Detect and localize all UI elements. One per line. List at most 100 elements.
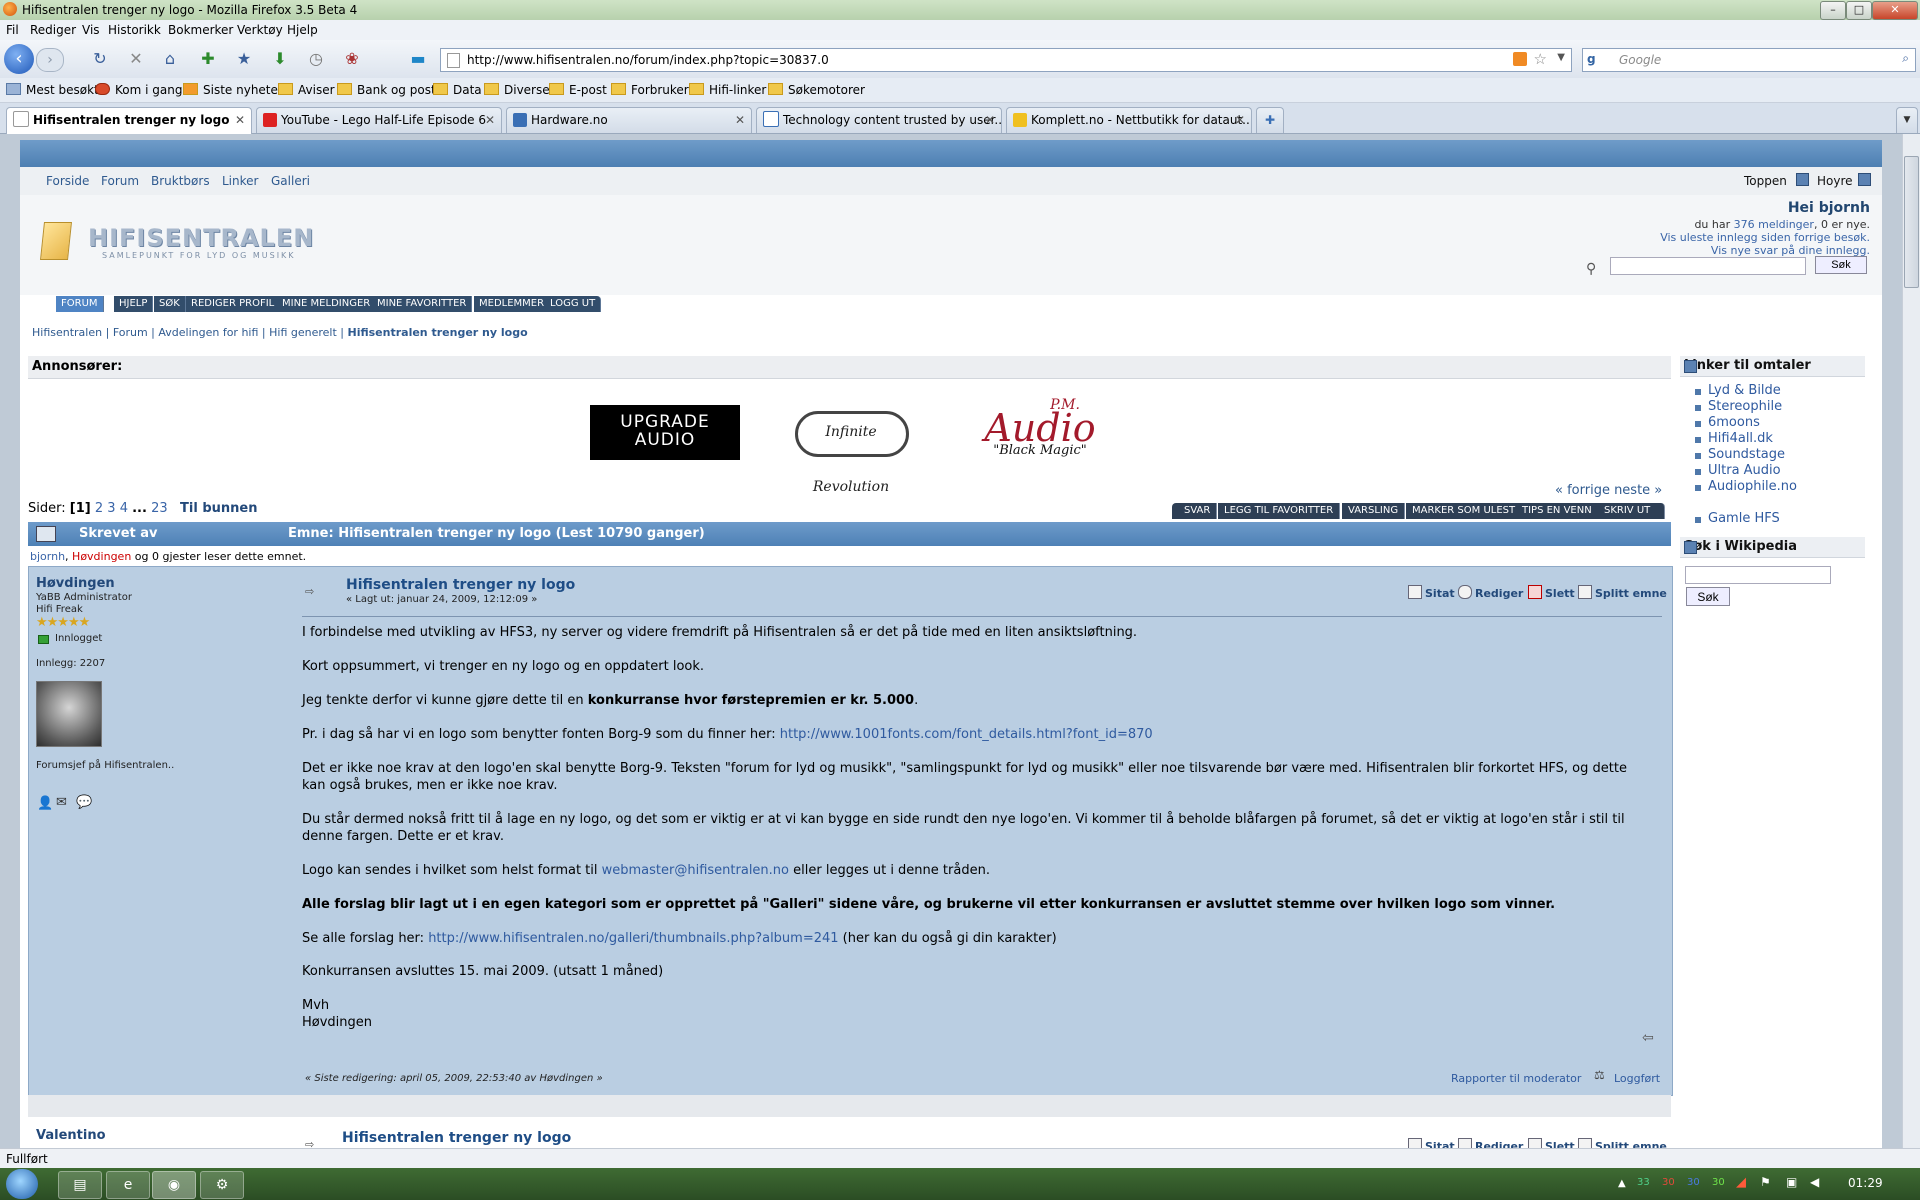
search-box[interactable]: g Google ⌕ (1582, 48, 1916, 72)
taskbar-explorer-icon[interactable]: ▤ (58, 1171, 102, 1199)
menu-hjelp[interactable]: Hjelp (287, 23, 318, 37)
toplink-bruktbors[interactable]: Bruktbørs (151, 174, 210, 188)
ad-upgrade-audio[interactable]: UPGRADE AUDIO (590, 405, 740, 460)
flag-icon[interactable]: ⚑ (1760, 1175, 1771, 1189)
bookmark-sokemotorer[interactable]: Søkemotorer (768, 83, 865, 97)
tab-youtube[interactable]: YouTube - Lego Half-Life Episode 6 ✕ (256, 107, 502, 133)
url-bar[interactable]: http://www.hifisentralen.no/forum/index.… (440, 48, 1572, 72)
site-search-input[interactable] (1610, 257, 1806, 275)
sidebar-link-stereophile[interactable]: Stereophile (1694, 399, 1782, 414)
menu-tab-logg-ut[interactable]: LOGG UT (545, 296, 602, 312)
home-icon[interactable]: ⌂ (160, 49, 180, 69)
bookmark-diverse[interactable]: Diverse (484, 83, 550, 97)
viewer-hovdingen[interactable]: Høvdingen (72, 550, 131, 563)
tab-komplett[interactable]: Komplett.no - Nettbutikk for dataut... ✕ (1006, 107, 1252, 133)
minimize-button[interactable]: – (1820, 1, 1846, 20)
pager-page-23[interactable]: 23 (151, 501, 168, 516)
tab-hardware[interactable]: Hardware.no ✕ (506, 107, 752, 133)
prev-next-links[interactable]: « forrige neste » (1555, 483, 1662, 498)
email-link[interactable]: webmaster@hifisentralen.no (602, 863, 789, 878)
menu-historikk[interactable]: Historikk (108, 23, 161, 37)
toplink-toppen[interactable]: Toppen (1744, 174, 1787, 188)
close-tab-icon[interactable]: ✕ (1235, 108, 1245, 132)
pager-page-4[interactable]: 4 (120, 501, 128, 516)
gallery-link[interactable]: http://www.hifisentralen.no/galleri/thum… (428, 931, 838, 946)
download-icon[interactable]: ⬇ (270, 49, 290, 69)
forward-button[interactable]: › (36, 48, 64, 72)
tips-en-venn-button[interactable]: TIPS EN VENN (1516, 503, 1599, 519)
menu-verktoy[interactable]: Verktøy (237, 23, 283, 37)
marker-som-ulest-button[interactable]: MARKER SOM ULEST (1406, 503, 1523, 519)
collapse-icon[interactable] (1684, 541, 1697, 554)
menu-tab-forum[interactable]: FORUM (56, 296, 104, 312)
menu-tab-rediger-profil[interactable]: REDIGER PROFIL (186, 296, 281, 312)
bookmark-hifi-linker[interactable]: Hifi-linker (689, 83, 766, 97)
quote-reply-icon[interactable]: ⇦ (1642, 1030, 1654, 1046)
collapse-icon[interactable] (1858, 173, 1871, 186)
menu-fil[interactable]: Fil (6, 23, 19, 37)
breadcrumb-hifi-generelt[interactable]: Hifi generelt (269, 326, 337, 339)
sidebar-link-hifi4all[interactable]: Hifi4all.dk (1695, 431, 1773, 446)
search-icon[interactable]: ⌕ (1902, 51, 1909, 66)
sidebar-link-gamle-hfs[interactable]: Gamle HFS (1695, 511, 1780, 526)
site-search-button[interactable]: Søk (1815, 256, 1867, 274)
bookmark-data[interactable]: Data (433, 83, 482, 97)
taskbar-firefox-icon[interactable]: ◉ (152, 1171, 196, 1199)
post-title[interactable]: Hifisentralen trenger ny logo (342, 1130, 571, 1146)
wiki-search-input[interactable] (1685, 566, 1831, 584)
taskbar-ie-icon[interactable]: e (106, 1171, 150, 1199)
split-topic-button[interactable]: Splitt emne (1578, 585, 1667, 600)
report-to-moderator-link[interactable]: Rapporter til moderator (1451, 1072, 1581, 1085)
skriv-ut-button[interactable]: SKRIV UT (1598, 503, 1665, 519)
close-window-button[interactable]: ✕ (1872, 1, 1918, 20)
menu-tab-hjelp[interactable]: HJELP (114, 296, 154, 312)
legg-til-favoritter-button[interactable]: LEGG TIL FAVORITTER (1218, 503, 1341, 519)
menu-rediger[interactable]: Rediger (30, 23, 76, 37)
breadcrumb-hifisentralen[interactable]: Hifisentralen (32, 326, 102, 339)
chat-icon[interactable]: ▬ (408, 49, 428, 69)
breadcrumb-current[interactable]: Hifisentralen trenger ny logo (348, 326, 528, 339)
rss-icon[interactable] (1513, 52, 1527, 66)
font-link[interactable]: http://www.1001fonts.com/font_details.ht… (780, 727, 1153, 742)
post-author[interactable]: Valentino (36, 1128, 106, 1143)
collapse-icon[interactable] (1684, 360, 1697, 373)
pm-icon[interactable]: 💬 (76, 795, 92, 810)
toplink-hoyre[interactable]: Hoyre (1817, 174, 1853, 188)
close-tab-icon[interactable]: ✕ (485, 108, 495, 132)
sidebar-link-audiophile[interactable]: Audiophile.no (1695, 479, 1797, 494)
bookmarks-star-icon[interactable]: ★ (234, 49, 254, 69)
ad-pm-audio[interactable]: P.M. Audio "Black Magic" (960, 398, 1120, 460)
site-logo[interactable]: HIFISENTRALEN (88, 224, 314, 252)
toplink-galleri[interactable]: Galleri (271, 174, 310, 188)
quote-button[interactable]: Sitat (1408, 585, 1455, 600)
toplink-forum[interactable]: Forum (101, 174, 139, 188)
breadcrumb-forum[interactable]: Forum (113, 326, 148, 339)
post-author[interactable]: Høvdingen (36, 576, 115, 591)
unread-posts-link[interactable]: Vis uleste innlegg siden forrige besøk. (1660, 231, 1870, 244)
sidebar-link-soundstage[interactable]: Soundstage (1694, 447, 1785, 462)
bookmark-aviser[interactable]: Aviser (278, 83, 335, 97)
back-button[interactable]: ‹ (4, 44, 34, 74)
start-button[interactable] (6, 1169, 38, 1199)
menu-bokmerker[interactable]: Bokmerker (168, 23, 233, 37)
bookmark-star-icon[interactable]: ☆ (1534, 50, 1547, 68)
close-tab-icon[interactable]: ✕ (235, 108, 245, 132)
menu-tab-mine-meldinger[interactable]: MINE MELDINGER (277, 296, 377, 312)
pager-page-3[interactable]: 3 (107, 501, 115, 516)
menu-tab-medlemmer[interactable]: MEDLEMMER (474, 296, 551, 312)
bookmark-bank-og-post[interactable]: Bank og post (337, 83, 436, 97)
breadcrumb-avdelingen[interactable]: Avdelingen for hifi (158, 326, 258, 339)
toplink-forside[interactable]: Forside (46, 174, 89, 188)
stop-icon[interactable]: ✕ (126, 49, 146, 69)
sidebar-link-6moons[interactable]: 6moons (1695, 415, 1760, 430)
url-dropdown-icon[interactable]: ▼ (1557, 52, 1565, 63)
bookmark-kom-i-gang[interactable]: Kom i gang (95, 83, 182, 97)
menu-vis[interactable]: Vis (82, 23, 100, 37)
sidebar-link-ultra-audio[interactable]: Ultra Audio (1695, 463, 1781, 478)
tray-arrow-icon[interactable]: ▲ (1618, 1178, 1626, 1189)
varsling-button[interactable]: VARSLING (1342, 503, 1406, 519)
bookmark-siste-nyheter[interactable]: Siste nyheter (183, 83, 283, 97)
bookmark-mest-besokt[interactable]: Mest besøkt (6, 83, 99, 97)
pager-page-2[interactable]: 2 (95, 501, 103, 516)
scrollbar-thumb[interactable] (1904, 156, 1919, 288)
